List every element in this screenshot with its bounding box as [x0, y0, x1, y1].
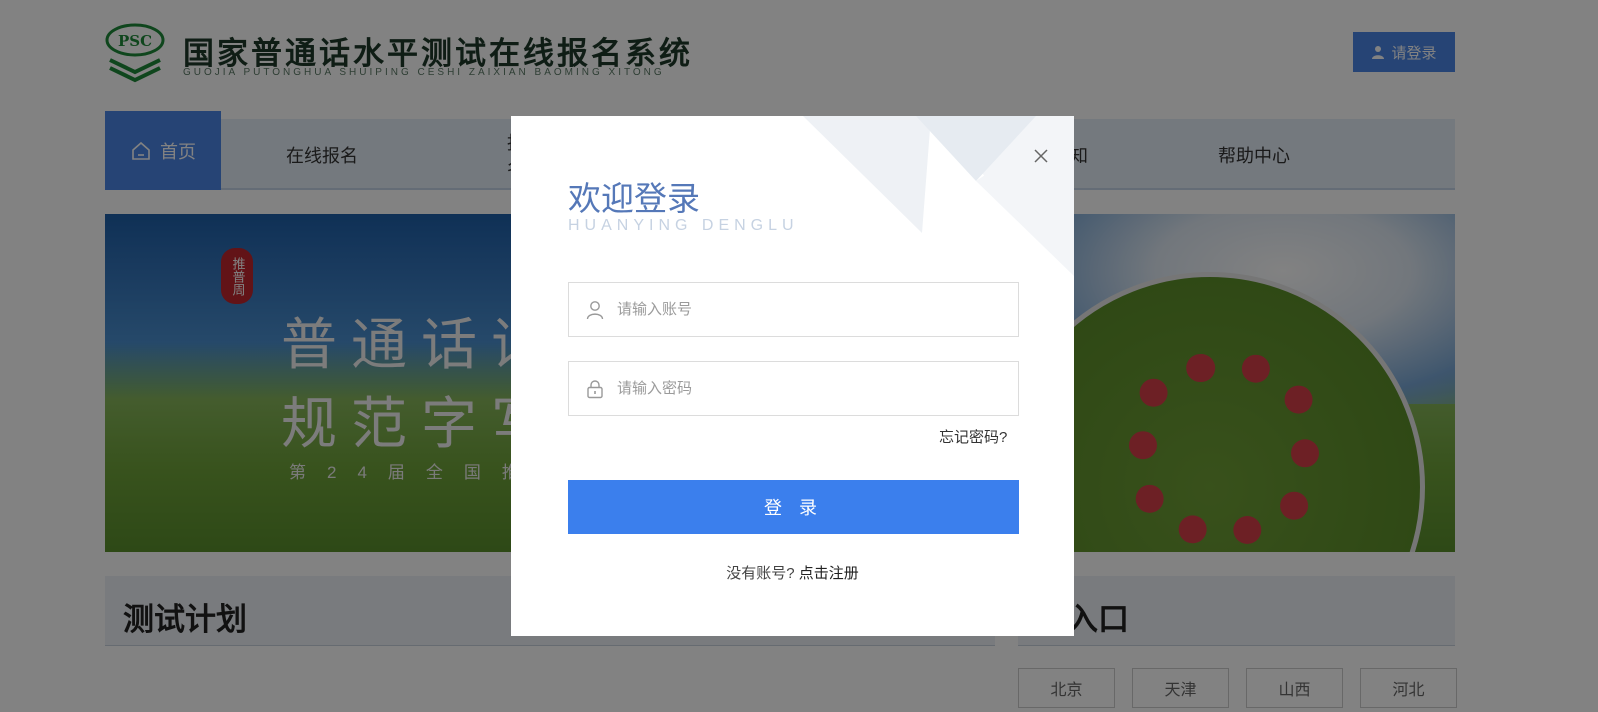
- register-prompt: 没有账号? 点击注册: [511, 562, 1074, 583]
- lock-icon: [587, 379, 603, 398]
- account-input[interactable]: [617, 301, 997, 318]
- modal-subtitle: HUANYING DENGLU: [568, 217, 799, 234]
- password-input[interactable]: [617, 380, 997, 397]
- account-field[interactable]: [568, 282, 1019, 337]
- close-icon[interactable]: [1029, 144, 1053, 168]
- login-modal: 欢迎登录 HUANYING DENGLU 忘记密码? 登 录 没有账号? 点击注…: [511, 116, 1074, 636]
- register-link[interactable]: 点击注册: [799, 565, 859, 582]
- password-field[interactable]: [568, 361, 1019, 416]
- forgot-password-link[interactable]: 忘记密码?: [939, 426, 1007, 447]
- modal-title: 欢迎登录: [568, 180, 700, 217]
- user-icon: [586, 300, 604, 319]
- no-account-text: 没有账号?: [726, 565, 795, 582]
- login-submit-button[interactable]: 登 录: [568, 480, 1019, 534]
